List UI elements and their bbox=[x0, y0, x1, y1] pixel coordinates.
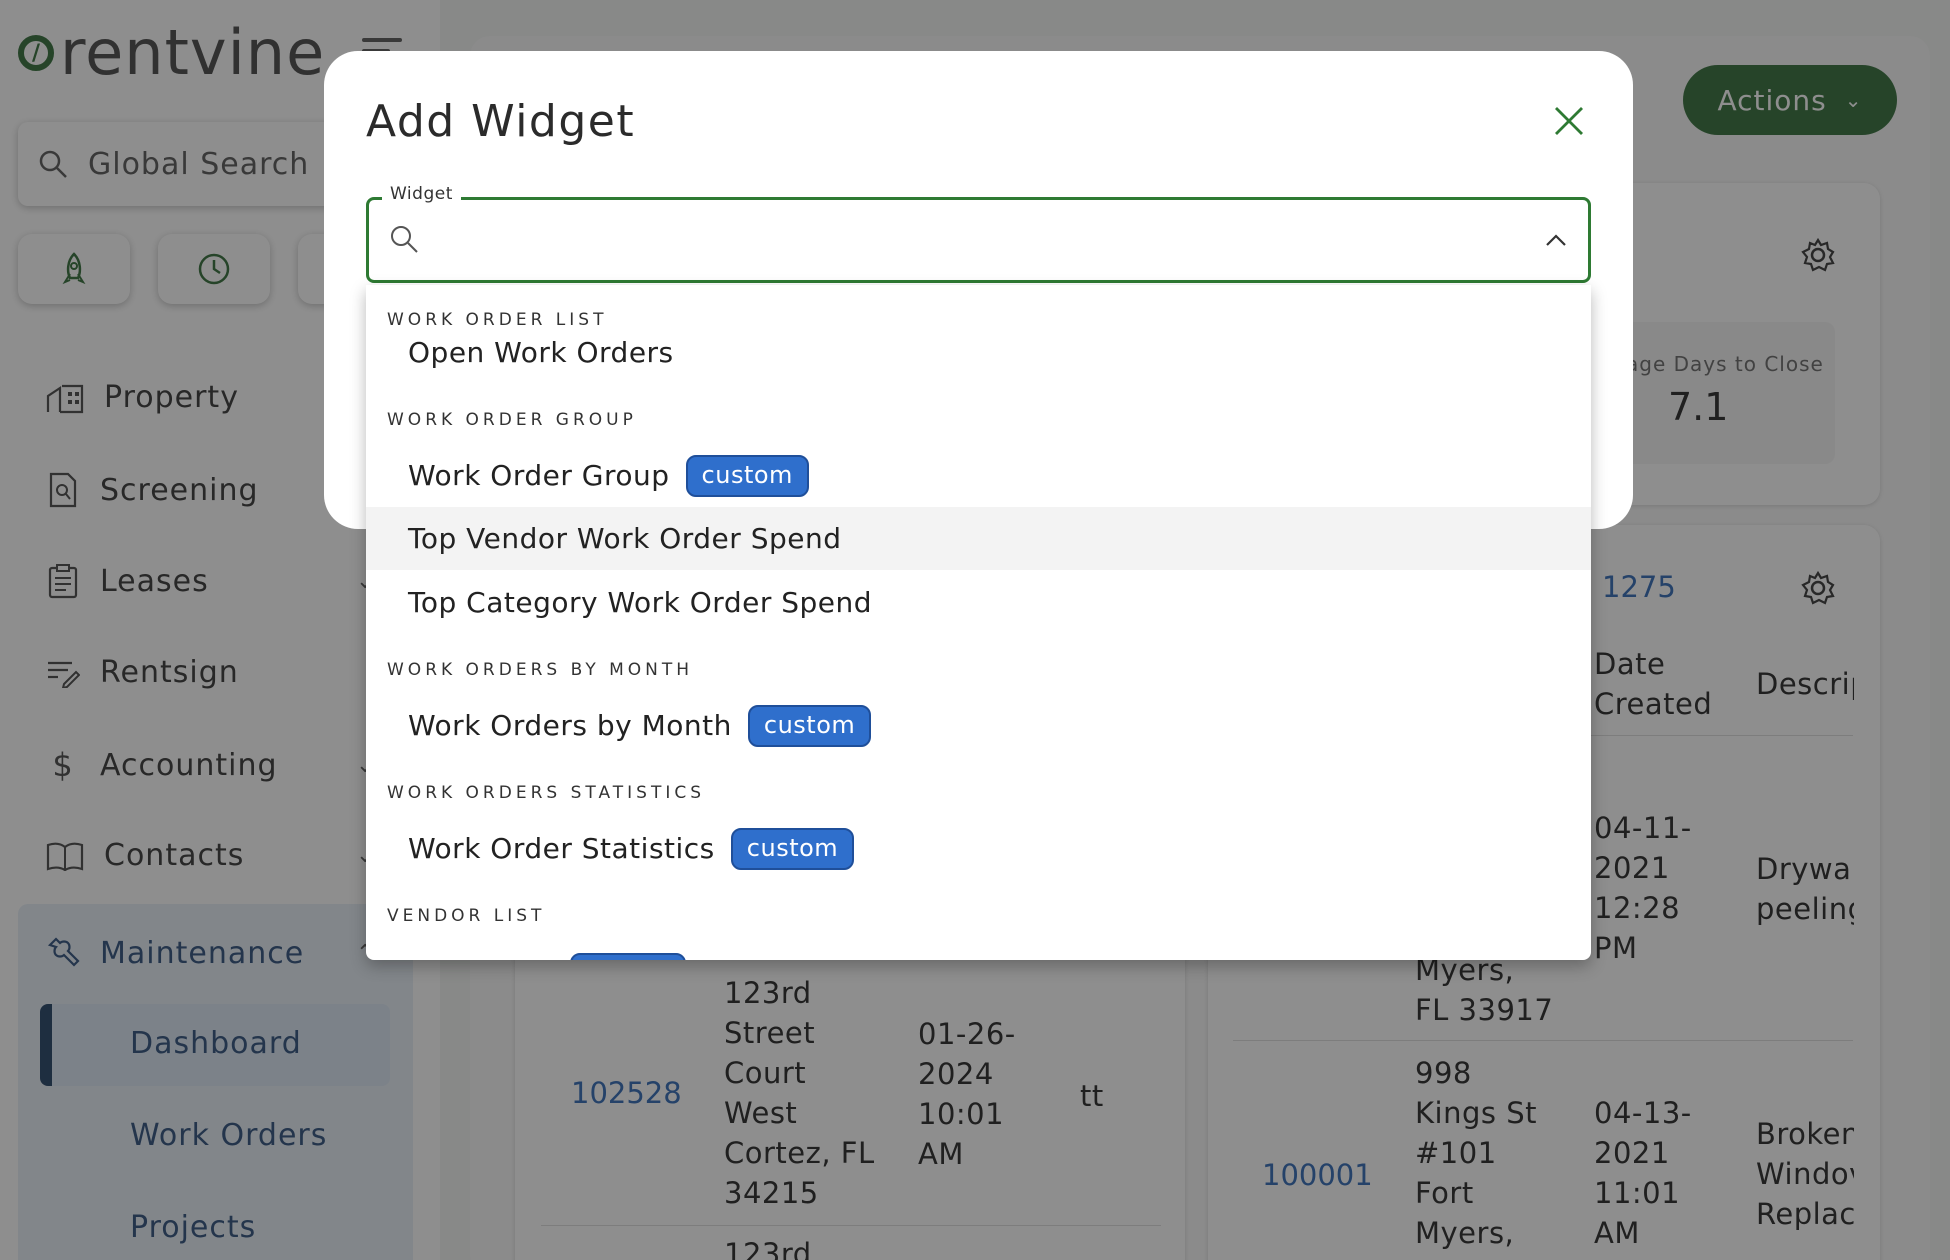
option-top-vendor-work-order-spend[interactable]: Top Vendor Work Order Spend bbox=[366, 507, 1591, 570]
custom-badge: custom bbox=[685, 454, 809, 497]
group-header-work-orders-statistics: WORK ORDERS STATISTICS bbox=[387, 783, 705, 803]
custom-badge: custom bbox=[747, 704, 872, 747]
option-work-orders-by-month[interactable]: Work Orders by Month custom bbox=[366, 694, 1591, 757]
group-header-work-orders-by-month: WORK ORDERS BY MONTH bbox=[387, 660, 694, 680]
widget-dropdown-list: WORK ORDER LIST Open Work Orders WORK OR… bbox=[366, 285, 1591, 960]
option-work-order-group[interactable]: Work Order Group custom bbox=[366, 444, 1591, 507]
option-label: Work Order Group bbox=[408, 459, 670, 492]
option-open-work-orders[interactable]: Open Work Orders bbox=[366, 321, 1591, 384]
option-label: Open Work Orders bbox=[408, 336, 674, 369]
chevron-up-icon[interactable] bbox=[1544, 232, 1568, 248]
option-label: Top Vendor Work Order Spend bbox=[408, 522, 842, 555]
option-work-order-statistics[interactable]: Work Order Statistics custom bbox=[366, 817, 1591, 880]
search-icon bbox=[391, 226, 418, 253]
widget-field-label: Widget bbox=[382, 184, 461, 204]
option-label: Work Order Statistics bbox=[408, 832, 715, 865]
group-header-vendor-list: VENDOR LIST bbox=[387, 906, 546, 926]
option-label: Work Orders by Month bbox=[408, 709, 732, 742]
group-header-work-order-group: WORK ORDER GROUP bbox=[387, 410, 637, 430]
custom-badge: custom bbox=[730, 827, 855, 870]
close-icon[interactable] bbox=[1552, 104, 1586, 138]
option-label: Top Category Work Order Spend bbox=[408, 586, 873, 619]
custom-badge-partial bbox=[570, 953, 686, 960]
option-top-category-work-order-spend[interactable]: Top Category Work Order Spend bbox=[366, 571, 1591, 634]
modal-title: Add Widget bbox=[366, 96, 636, 147]
widget-search-input[interactable] bbox=[440, 210, 1520, 270]
